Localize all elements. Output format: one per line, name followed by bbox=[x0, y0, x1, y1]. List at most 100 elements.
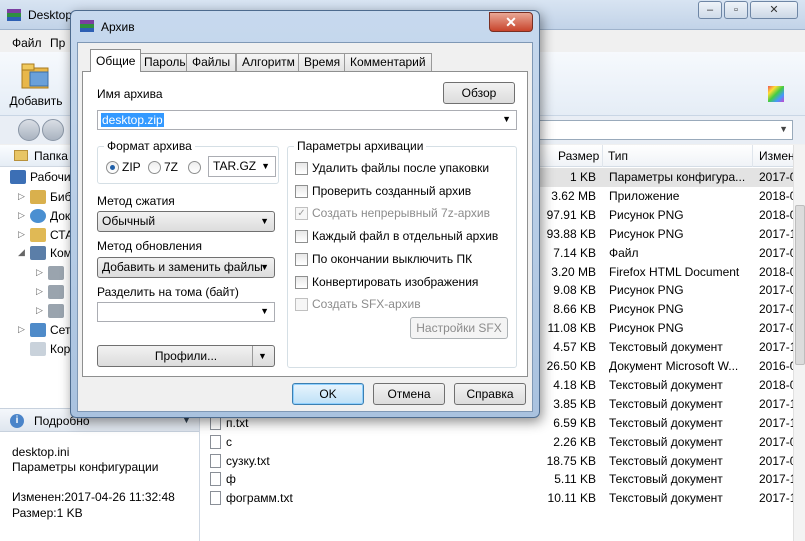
details-filename: desktop.ini bbox=[12, 445, 70, 459]
drive-icon bbox=[48, 285, 64, 299]
browse-button[interactable]: Обзор bbox=[443, 82, 515, 104]
text-file-icon bbox=[210, 453, 221, 468]
expand-icon[interactable]: ▷ bbox=[18, 191, 25, 202]
expand-icon[interactable]: ▷ bbox=[18, 324, 25, 335]
row-type: Приложение bbox=[609, 188, 680, 203]
column-divider bbox=[602, 145, 603, 167]
expand-icon[interactable]: ▷ bbox=[36, 267, 43, 278]
tab-time[interactable]: Время bbox=[298, 53, 347, 71]
option-checkbox[interactable] bbox=[295, 184, 308, 198]
archive-name-value: desktop.zip bbox=[101, 113, 164, 127]
option-checkbox[interactable] bbox=[295, 162, 308, 175]
details-panel: i Подробно ▼ desktop.ini Параметры конфи… bbox=[0, 408, 200, 541]
chevron-down-icon[interactable]: ▼ bbox=[502, 114, 511, 124]
update-label: Метод обновления bbox=[97, 239, 202, 253]
table-row[interactable]: ф 5.11 KB Текстовый документ 2017-12 bbox=[200, 470, 805, 489]
profiles-button-label: Профили... bbox=[154, 349, 218, 363]
expand-icon[interactable]: ▷ bbox=[18, 229, 25, 240]
libraries-icon bbox=[30, 190, 46, 204]
radio-other[interactable] bbox=[188, 161, 201, 174]
vertical-scrollbar[interactable] bbox=[793, 145, 805, 541]
radio-zip-label: ZIP bbox=[122, 160, 141, 174]
tab-algorithm[interactable]: Алгоритм bbox=[236, 53, 301, 71]
row-type: Рисунок PNG bbox=[609, 226, 684, 241]
expand-icon[interactable]: ▷ bbox=[36, 305, 43, 316]
row-size: 18.75 KB bbox=[546, 453, 596, 468]
menu-file[interactable]: Файл bbox=[12, 36, 42, 50]
row-name: с bbox=[226, 434, 232, 449]
column-type[interactable]: Тип bbox=[608, 149, 628, 163]
option-checkbox[interactable] bbox=[295, 298, 308, 312]
tree-item-label: Рабочи bbox=[30, 170, 71, 184]
details-type: Параметры конфигурации bbox=[12, 460, 159, 474]
tree-item-label: Док bbox=[50, 209, 71, 223]
tab-files[interactable]: Файлы bbox=[186, 53, 237, 71]
expand-icon[interactable]: ▷ bbox=[18, 210, 25, 221]
table-row[interactable]: с 2.26 KB Текстовый документ 2017-08 bbox=[200, 433, 805, 452]
winrar-icon bbox=[6, 8, 22, 22]
table-row[interactable]: фограмм.txt 10.11 KB Текстовый документ 201… bbox=[200, 489, 805, 508]
radio-7z[interactable] bbox=[148, 161, 161, 174]
row-type: Рисунок PNG bbox=[609, 207, 684, 222]
compression-select[interactable]: Обычный ▼ bbox=[97, 211, 275, 232]
expand-icon[interactable]: ▷ bbox=[36, 286, 43, 297]
menu-commands[interactable]: Пр bbox=[50, 36, 65, 50]
volumes-input[interactable]: ▼ bbox=[97, 302, 275, 322]
back-button[interactable] bbox=[18, 119, 40, 141]
tree-item-label: Ком bbox=[50, 246, 72, 260]
row-type: Документ Microsoft W... bbox=[609, 359, 739, 373]
minimize-button[interactable]: – bbox=[698, 1, 722, 19]
row-size: 10.11 KB bbox=[547, 491, 596, 506]
row-type: Рисунок PNG bbox=[609, 302, 684, 317]
table-row[interactable]: сузку.txt 18.75 KB Текстовый документ 2017-… bbox=[200, 452, 805, 471]
color-icon bbox=[768, 86, 784, 102]
forward-button[interactable] bbox=[42, 119, 64, 141]
column-modified[interactable]: Измен bbox=[759, 149, 795, 163]
option-checkbox[interactable] bbox=[295, 230, 308, 244]
chevron-down-icon[interactable]: ▼ bbox=[260, 306, 269, 316]
format-other-select[interactable]: TAR.GZ ▼ bbox=[208, 156, 276, 177]
details-size: Размер:1 KB bbox=[12, 506, 83, 520]
row-type: Текстовый документ bbox=[609, 453, 723, 468]
option-label: Каждый файл в отдельный архив bbox=[312, 229, 499, 244]
column-size[interactable]: Размер bbox=[558, 149, 599, 163]
format-group: Формат архива ZIP 7Z TAR.GZ ▼ bbox=[97, 139, 279, 184]
scrollbar-thumb[interactable] bbox=[795, 205, 805, 365]
add-button[interactable]: Добавить bbox=[8, 60, 64, 108]
volumes-label: Разделить на тома (байт) bbox=[97, 285, 239, 299]
row-type: Текстовый документ bbox=[609, 377, 723, 392]
option-label: Создать SFX-архив bbox=[312, 297, 421, 312]
options-group-label: Параметры архивации bbox=[294, 139, 427, 153]
help-button[interactable]: Справка bbox=[454, 383, 526, 405]
tab-general[interactable]: Общие bbox=[90, 49, 142, 72]
tab-comment[interactable]: Комментарий bbox=[344, 53, 432, 71]
option-checkbox[interactable] bbox=[295, 252, 308, 266]
option-checkbox[interactable] bbox=[295, 275, 308, 289]
tree-header-label: Папка bbox=[34, 149, 68, 163]
radio-zip[interactable] bbox=[106, 161, 119, 174]
update-select[interactable]: Добавить и заменить файлы ▼ bbox=[97, 257, 275, 278]
option-checkbox[interactable]: ✓ bbox=[295, 207, 308, 221]
main-close-button[interactable]: ✕ bbox=[750, 1, 798, 19]
option-label: Проверить созданный архив bbox=[312, 183, 472, 198]
dialog-close-button[interactable]: ✕ bbox=[489, 12, 533, 32]
sfx-settings-button[interactable]: Настройки SFX bbox=[410, 317, 508, 339]
compression-value: Обычный bbox=[102, 214, 156, 228]
tab-password[interactable]: Пароль bbox=[138, 53, 192, 71]
chevron-down-icon[interactable]: ▼ bbox=[252, 346, 267, 366]
option-label: Удалить файлы после упаковки bbox=[312, 161, 490, 175]
profiles-button[interactable]: Профили... ▼ bbox=[97, 345, 275, 367]
archive-name-input[interactable]: desktop.zip ▼ bbox=[97, 110, 517, 130]
info-icon: i bbox=[10, 414, 24, 428]
update-value: Добавить и заменить файлы bbox=[102, 260, 263, 274]
path-field[interactable]: ▼ bbox=[530, 120, 793, 140]
ok-button[interactable]: OK bbox=[292, 383, 364, 405]
cancel-button[interactable]: Отмена bbox=[373, 383, 445, 405]
column-divider bbox=[752, 145, 753, 167]
chevron-down-icon: ▼ bbox=[261, 161, 270, 171]
maximize-button[interactable]: ▫ bbox=[724, 1, 748, 19]
desktop-icon bbox=[10, 170, 26, 184]
collapse-icon[interactable]: ◢ bbox=[18, 247, 25, 258]
add-button-label: Добавить bbox=[9, 94, 63, 108]
row-name: сузку.txt bbox=[226, 453, 270, 468]
